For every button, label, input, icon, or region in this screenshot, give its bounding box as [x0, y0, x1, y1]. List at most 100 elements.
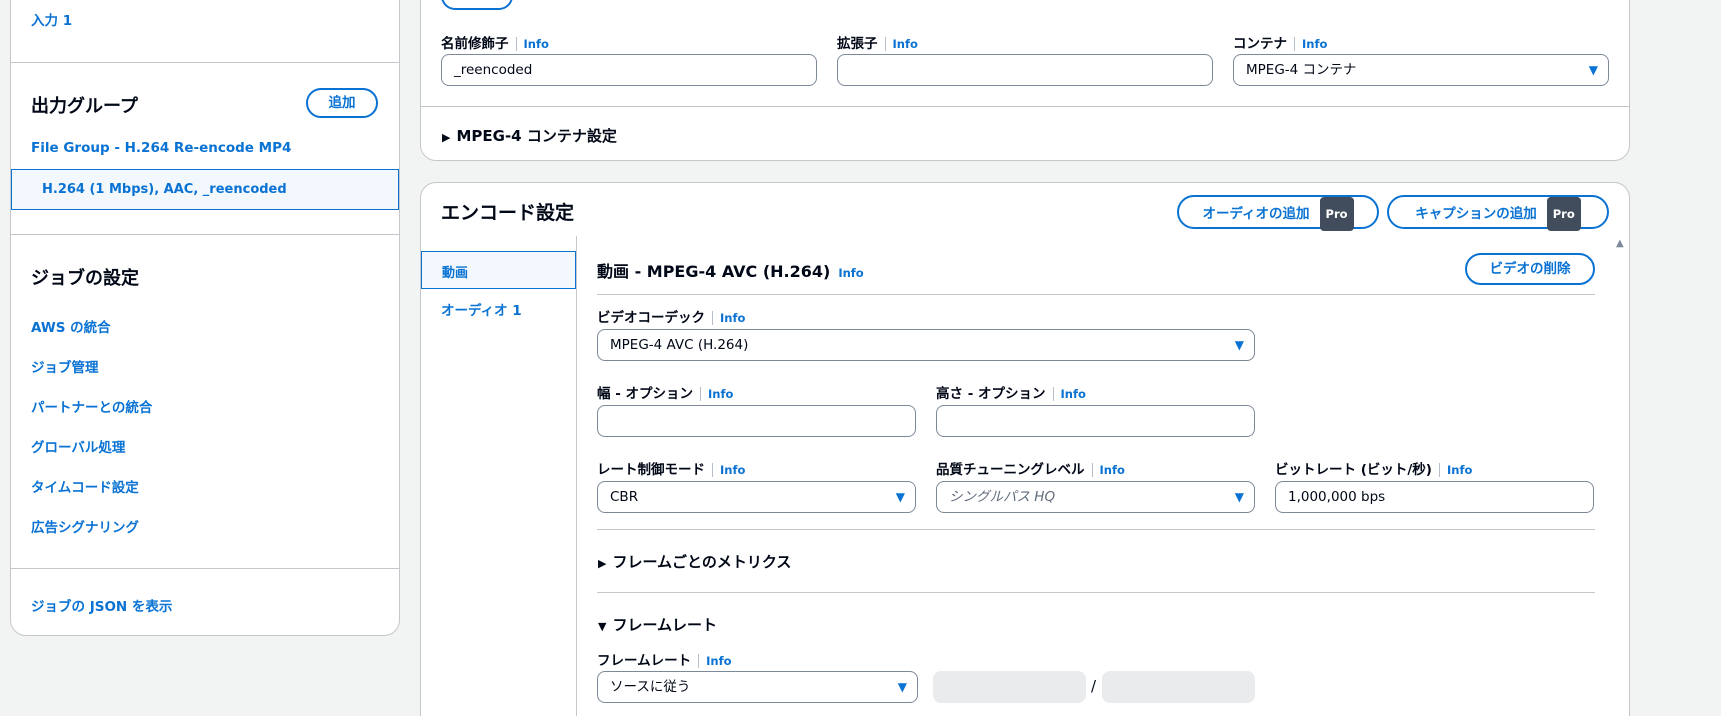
height-input[interactable] [936, 405, 1255, 437]
divider [10, 234, 400, 235]
divider [10, 62, 400, 63]
bitrate-info-link[interactable]: Info [1438, 463, 1473, 477]
height-label: 高さ - オプション [936, 386, 1046, 402]
rate-control-label: レート制御モード [597, 462, 705, 478]
height-label-row: 高さ - オプション Info [936, 382, 1086, 402]
per-frame-metrics-expander[interactable]: ▶ フレームごとのメトリクス [598, 551, 791, 572]
bitrate-label: ビットレート (ビット/秒) [1275, 462, 1432, 478]
add-audio-label: オーディオの追加 [1202, 206, 1310, 222]
divider [10, 568, 400, 569]
width-info-link[interactable]: Info [700, 387, 734, 401]
encode-settings-title: エンコード設定 [441, 202, 575, 224]
width-label: 幅 - オプション [597, 386, 694, 402]
job-settings-title: ジョブの設定 [31, 268, 139, 289]
caret-down-icon: ▼ [1588, 63, 1598, 77]
container-label-row: コンテナ Info [1233, 32, 1328, 52]
name-modifier-label-row: 名前修飾子 Info [441, 32, 549, 52]
height-info-link[interactable]: Info [1052, 387, 1086, 401]
nav-ad-signaling[interactable]: 広告シグナリング [31, 516, 139, 536]
framerate-separator: / [1091, 677, 1097, 695]
framerate-select[interactable]: ソースに従う ▼ [597, 671, 918, 703]
add-caption-button[interactable]: キャプションの追加 Pro [1387, 195, 1609, 231]
container-settings-expander[interactable]: ▶ MPEG-4 コンテナ設定 [442, 125, 617, 146]
rate-control-select[interactable]: CBR ▼ [597, 481, 916, 513]
nav-global-processing[interactable]: グローバル処理 [31, 436, 125, 456]
framerate-info-link[interactable]: Info [698, 654, 732, 668]
framerate-expander[interactable]: ▼ フレームレート [598, 614, 717, 635]
framerate-section-label: フレームレート [612, 616, 718, 634]
framerate-label-row: フレームレート Info [597, 649, 732, 669]
codec-label-row: ビデオコーデック Info [597, 306, 746, 326]
width-input[interactable] [597, 405, 916, 437]
container-select[interactable]: MPEG-4 コンテナ ▼ [1233, 54, 1609, 86]
input-1-link[interactable]: 入力 1 [31, 9, 72, 29]
caret-down-icon: ▼ [1234, 490, 1244, 504]
divider [421, 106, 1629, 107]
show-job-json-link[interactable]: ジョブの JSON を表示 [31, 595, 172, 615]
codec-label: ビデオコーデック [597, 310, 705, 326]
quality-tuning-info-link[interactable]: Info [1091, 463, 1125, 477]
extension-label: 拡張子 [837, 36, 878, 52]
extension-input[interactable] [837, 54, 1213, 86]
delete-video-button[interactable]: ビデオの削除 [1465, 253, 1595, 285]
quality-tuning-placeholder: シングルパス HQ [949, 489, 1056, 505]
selected-output-item[interactable]: H.264 (1 Mbps), AAC, _reencoded [11, 169, 399, 210]
file-group-link[interactable]: File Group - H.264 Re-encode MP4 [31, 140, 291, 156]
add-caption-label: キャプションの追加 [1415, 206, 1537, 222]
caret-down-icon: ▼ [897, 680, 907, 694]
rate-control-info-link[interactable]: Info [712, 463, 746, 477]
extension-info-link[interactable]: Info [884, 37, 918, 51]
name-modifier-label: 名前修飾子 [441, 36, 509, 52]
scroll-up-icon[interactable]: ▲ [1616, 238, 1624, 249]
video-section-title: 動画 - MPEG-4 AVC (H.264) [597, 262, 831, 281]
name-modifier-info-link[interactable]: Info [515, 37, 549, 51]
video-section-header: 動画 - MPEG-4 AVC (H.264) Info [597, 258, 864, 282]
video-codec-select[interactable]: MPEG-4 AVC (H.264) ▼ [597, 329, 1255, 361]
codec-info-link[interactable]: Info [712, 311, 746, 325]
nav-job-management[interactable]: ジョブ管理 [31, 356, 99, 376]
caret-right-icon: ▶ [598, 557, 607, 570]
divider [597, 294, 1595, 295]
container-info-link[interactable]: Info [1294, 37, 1328, 51]
divider [597, 529, 1595, 530]
width-label-row: 幅 - オプション Info [597, 382, 734, 402]
tab-video[interactable]: 動画 [421, 251, 576, 289]
output-groups-title: 出力グループ [31, 96, 138, 117]
quality-tuning-label: 品質チューニングレベル [936, 462, 1085, 478]
nav-timecode-settings[interactable]: タイムコード設定 [31, 476, 139, 496]
container-label: コンテナ [1233, 36, 1287, 52]
tab-divider [576, 236, 577, 716]
caret-down-icon: ▼ [895, 490, 905, 504]
rate-control-value: CBR [610, 489, 639, 505]
per-frame-metrics-label: フレームごとのメトリクス [612, 553, 792, 571]
caret-right-icon: ▶ [442, 131, 451, 144]
bitrate-input[interactable]: 1,000,000 bps [1275, 481, 1594, 513]
selected-output-label: H.264 (1 Mbps), AAC, _reencoded [42, 182, 287, 197]
framerate-numerator-input[interactable] [933, 671, 1086, 703]
codec-select-value: MPEG-4 AVC (H.264) [610, 337, 749, 353]
add-output-group-button[interactable]: 追加 [306, 88, 378, 118]
extension-label-row: 拡張子 Info [837, 32, 918, 52]
nav-partner-integration[interactable]: パートナーとの統合 [31, 396, 152, 416]
framerate-denominator-input[interactable] [1102, 671, 1255, 703]
divider [597, 592, 1595, 593]
name-modifier-input[interactable]: _reencoded [441, 54, 817, 86]
rate-control-label-row: レート制御モード Info [597, 458, 746, 478]
container-select-value: MPEG-4 コンテナ [1246, 62, 1357, 78]
quality-tuning-label-row: 品質チューニングレベル Info [936, 458, 1125, 478]
pro-badge: Pro [1319, 197, 1354, 231]
framerate-value: ソースに従う [610, 679, 691, 695]
tab-audio-1[interactable]: オーディオ 1 [441, 299, 522, 319]
quality-tuning-select[interactable]: シングルパス HQ ▼ [936, 481, 1255, 513]
partial-button[interactable] [441, 0, 513, 10]
container-settings-toggle-label: MPEG-4 コンテナ設定 [456, 127, 617, 145]
tab-video-label: 動画 [442, 266, 469, 281]
pro-badge: Pro [1546, 197, 1581, 231]
caret-down-icon: ▼ [1234, 338, 1244, 352]
add-audio-button[interactable]: オーディオの追加 Pro [1177, 195, 1379, 231]
framerate-label: フレームレート [597, 653, 692, 669]
bitrate-label-row: ビットレート (ビット/秒) Info [1275, 458, 1473, 478]
nav-aws-integration[interactable]: AWS の統合 [31, 316, 111, 336]
caret-down-icon: ▼ [598, 620, 607, 633]
video-section-info-link[interactable]: Info [838, 266, 863, 280]
